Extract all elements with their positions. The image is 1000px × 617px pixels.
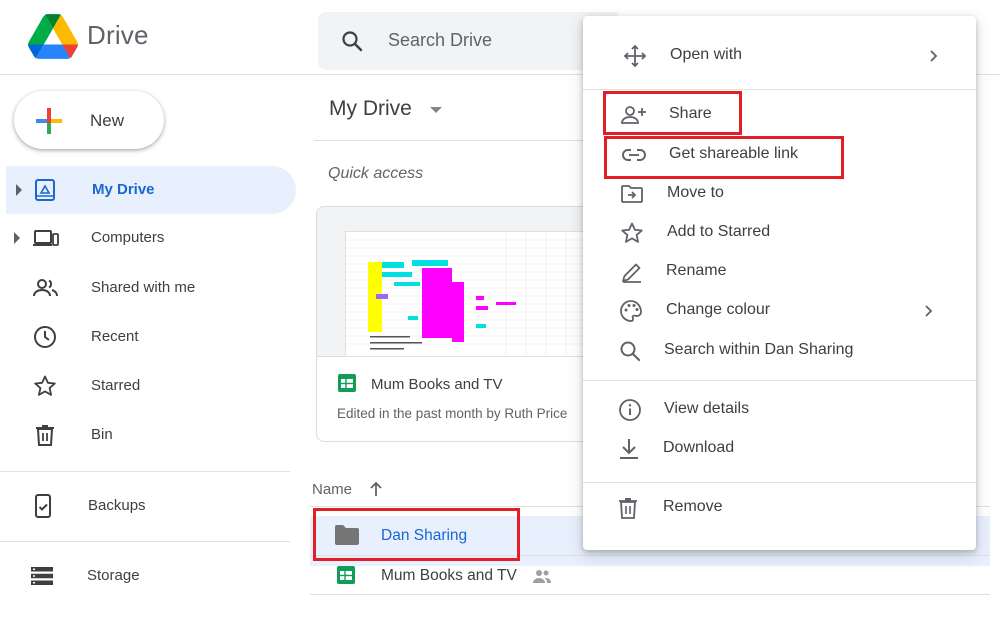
- info-icon: [618, 398, 642, 422]
- sidebar-item-label: Computers: [91, 229, 165, 246]
- clock-icon: [33, 325, 57, 349]
- expand-caret-icon[interactable]: [14, 232, 20, 244]
- drive-brand: Drive: [87, 20, 149, 50]
- search-icon[interactable]: [340, 29, 364, 53]
- file-name[interactable]: Mum Books and TV: [381, 567, 517, 585]
- pencil-icon: [620, 260, 644, 284]
- card-file-name: Mum Books and TV: [371, 376, 503, 393]
- menu-item-label: Move to: [667, 184, 724, 201]
- sidebar-item-my-drive[interactable]: My Drive: [6, 166, 296, 214]
- star-outline-icon: [620, 221, 644, 245]
- drive-logo-icon[interactable]: [28, 14, 78, 59]
- menu-item-rename[interactable]: Rename: [583, 252, 976, 292]
- sidebar-divider: [0, 541, 290, 542]
- trash-icon: [33, 423, 57, 447]
- sidebar-item-label: Storage: [87, 567, 140, 584]
- my-drive-icon: [33, 178, 57, 202]
- sidebar-item-starred[interactable]: Starred: [0, 362, 300, 410]
- sidebar-item-shared-with-me[interactable]: Shared with me: [0, 264, 300, 312]
- name-column-header[interactable]: Name: [312, 481, 352, 498]
- quick-access-card[interactable]: Mum Books and TV Edited in the past mont…: [316, 206, 606, 442]
- sidebar-item-recent[interactable]: Recent: [0, 313, 300, 361]
- menu-item-change-colour[interactable]: Change colour: [583, 291, 976, 331]
- storage-icon: [30, 564, 54, 588]
- sidebar-item-label: My Drive: [92, 181, 155, 198]
- menu-item-move-to[interactable]: Move to: [583, 174, 976, 214]
- sidebar-item-label: Bin: [91, 426, 113, 443]
- menu-item-label: Download: [663, 439, 735, 456]
- sidebar-item-label: Starred: [91, 377, 141, 394]
- sidebar-item-computers[interactable]: Computers: [0, 214, 300, 262]
- menu-item-label: Add to Starred: [667, 223, 771, 240]
- google-sheets-icon: [336, 565, 356, 585]
- menu-divider: [583, 380, 976, 381]
- search-icon: [618, 339, 642, 363]
- palette-icon: [619, 299, 643, 323]
- spreadsheet-preview: [345, 231, 595, 357]
- sidebar-item-storage[interactable]: Storage: [0, 552, 300, 600]
- sidebar-item-backups[interactable]: Backups: [0, 482, 300, 530]
- quick-access-heading: Quick access: [328, 165, 424, 182]
- chevron-right-icon: [920, 303, 936, 319]
- menu-item-search-within[interactable]: Search within Dan Sharing: [583, 331, 976, 371]
- shared-people-icon: [532, 568, 552, 584]
- shared-with-me-icon: [33, 276, 58, 300]
- trash-icon: [616, 496, 640, 520]
- menu-item-label: Rename: [666, 262, 727, 279]
- page-title[interactable]: My Drive: [329, 97, 412, 121]
- move-to-folder-icon: [620, 182, 644, 206]
- menu-item-remove[interactable]: Remove: [583, 488, 976, 528]
- sidebar-item-label: Recent: [91, 328, 139, 345]
- new-button[interactable]: New: [14, 91, 164, 149]
- chevron-right-icon: [925, 48, 941, 64]
- sidebar-item-label: Backups: [88, 497, 146, 514]
- card-subtitle: Edited in the past month by Ruth Price: [337, 406, 568, 421]
- menu-item-download[interactable]: Download: [583, 429, 976, 469]
- plus-icon: [34, 106, 64, 136]
- search-input[interactable]: Search Drive: [388, 30, 492, 51]
- menu-item-view-details[interactable]: View details: [583, 390, 976, 430]
- google-sheets-icon: [337, 373, 357, 393]
- sidebar-divider: [0, 471, 290, 472]
- sidebar-item-bin[interactable]: Bin: [0, 411, 300, 459]
- menu-item-label: Change colour: [666, 301, 771, 318]
- menu-item-label: Open with: [670, 46, 743, 63]
- backups-icon: [31, 494, 55, 518]
- share-highlight-box: [603, 91, 742, 135]
- menu-item-label: Remove: [663, 498, 723, 515]
- computers-icon: [33, 226, 59, 250]
- main-divider: [314, 140, 614, 141]
- row-highlight-box: [313, 508, 520, 561]
- sidebar-item-label: Shared with me: [91, 279, 196, 296]
- file-thumbnail: [317, 207, 605, 357]
- list-divider: [310, 594, 990, 595]
- search-bar[interactable]: Search Drive: [318, 12, 618, 70]
- star-icon: [33, 374, 57, 398]
- menu-item-label: Search within Dan Sharing: [664, 341, 854, 358]
- chevron-down-icon[interactable]: [430, 107, 442, 113]
- menu-divider: [583, 482, 976, 483]
- menu-item-label: View details: [664, 400, 750, 417]
- move-arrows-icon: [623, 44, 647, 68]
- new-button-label: New: [90, 111, 125, 130]
- link-highlight-box: [604, 136, 844, 179]
- expand-caret-icon[interactable]: [16, 184, 22, 196]
- menu-item-add-to-starred[interactable]: Add to Starred: [583, 213, 976, 253]
- sort-arrow-up-icon[interactable]: [368, 481, 384, 497]
- menu-item-open-with[interactable]: Open with: [583, 36, 976, 76]
- menu-divider: [583, 89, 976, 90]
- download-icon: [617, 437, 641, 461]
